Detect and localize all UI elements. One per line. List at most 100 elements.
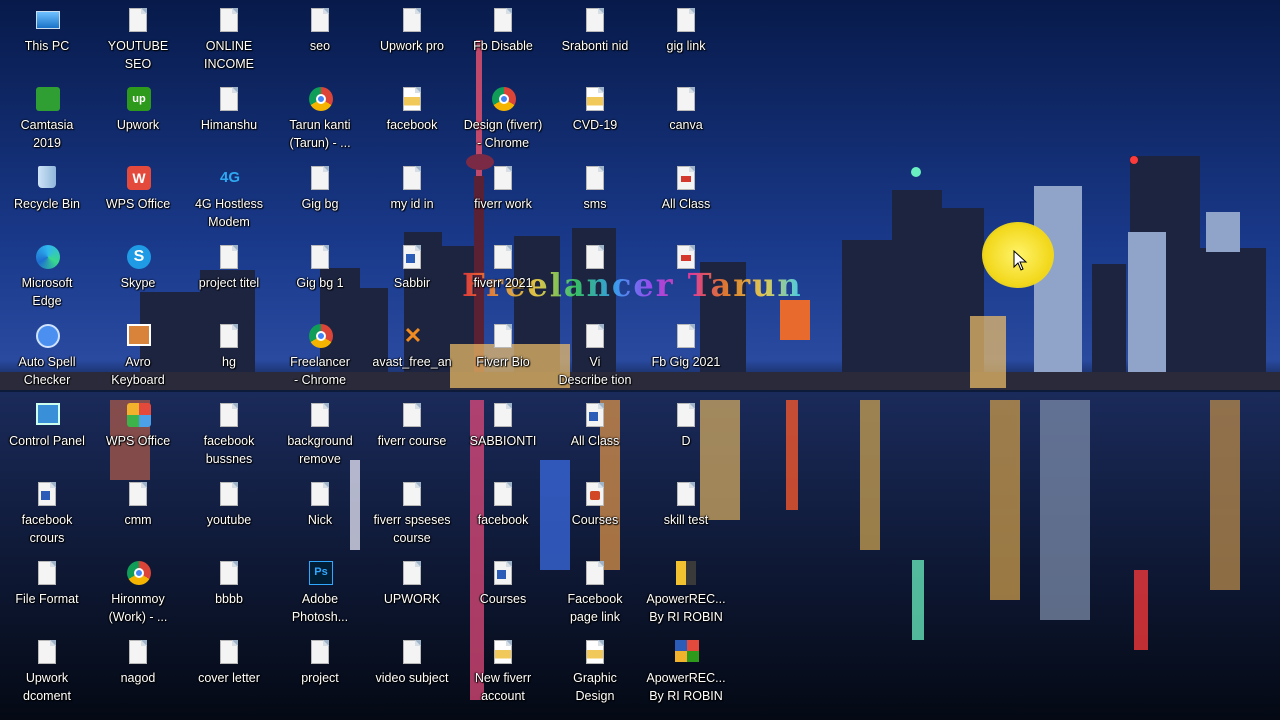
- desktop-icon-microsoft-edge[interactable]: Microsoft Edge: [3, 240, 91, 319]
- desktop-icon-fiverr-work[interactable]: fiverr work: [459, 161, 547, 240]
- desktop-icon-unnamed[interactable]: [551, 240, 639, 319]
- desktop-icon-upwork[interactable]: up Upwork: [94, 82, 182, 161]
- document-icon-shape: [494, 8, 512, 32]
- desktop-icon-freelancer-chrome[interactable]: Freelancer - Chrome: [276, 319, 364, 398]
- desktop-icon-youtube[interactable]: youtube: [185, 477, 273, 556]
- apowerrec-icon-shape: [676, 561, 696, 585]
- desktop-icon-canva[interactable]: canva: [642, 82, 730, 161]
- desktop-icon-all-class[interactable]: All Class: [642, 161, 730, 240]
- desktop-icon-project[interactable]: project: [276, 635, 364, 714]
- desktop-icon-srabonti-nid[interactable]: Srabonti nid: [551, 3, 639, 82]
- document-icon-shape: [403, 482, 421, 506]
- desktop-icon-tarun-kanti-tarun[interactable]: Tarun kanti (Tarun) - ...: [276, 82, 364, 161]
- desktop-icon-fb-gig-2021[interactable]: Fb Gig 2021: [642, 319, 730, 398]
- desktop-icon-wps-office[interactable]: W WPS Office: [94, 161, 182, 240]
- desktop-icon-d[interactable]: D: [642, 398, 730, 477]
- chrome-icon-shape: [127, 561, 151, 585]
- desktop-icon-wps-office[interactable]: WPS Office: [94, 398, 182, 477]
- desktop-icon-project-titel[interactable]: project titel: [185, 240, 273, 319]
- desktop-icon-courses[interactable]: Courses: [459, 556, 547, 635]
- desktop-icon-youtube-seo[interactable]: YOUTUBE SEO: [94, 3, 182, 82]
- desktop-icon-file-format[interactable]: File Format: [3, 556, 91, 635]
- desktop-icon-cmm[interactable]: cmm: [94, 477, 182, 556]
- desktop-icon-gig-bg[interactable]: Gig bg: [276, 161, 364, 240]
- desktop-icon-hg[interactable]: hg: [185, 319, 273, 398]
- desktop-icon-4g-hostless-modem[interactable]: 4G 4G Hostless Modem: [185, 161, 273, 240]
- desktop-icon-hironmoy-work[interactable]: Hironmoy (Work) - ...: [94, 556, 182, 635]
- desktop-icon-online-income[interactable]: ONLINE INCOME: [185, 3, 273, 82]
- desktop-icon-courses[interactable]: Courses: [551, 477, 639, 556]
- desktop-icon-camtasia-2019[interactable]: Camtasia 2019: [3, 82, 91, 161]
- desktop-icon-seo[interactable]: seo: [276, 3, 364, 82]
- desktop-icon-my-id-in[interactable]: my id in: [368, 161, 456, 240]
- desktop-icon-fiverr-spseses-course[interactable]: fiverr spseses course: [368, 477, 456, 556]
- desktop-icon-sms[interactable]: sms: [551, 161, 639, 240]
- desktop-icon-fiverr-bio[interactable]: Fiverr Bio: [459, 319, 547, 398]
- desktop-icon-all-class[interactable]: All Class: [551, 398, 639, 477]
- desktop-icon-label: Fb Disable: [473, 39, 533, 53]
- photoshop-icon: Ps: [309, 561, 333, 587]
- desktop-icon-facebook[interactable]: facebook: [459, 477, 547, 556]
- desktop-icon-auto-spell-checker[interactable]: Auto Spell Checker: [3, 319, 91, 398]
- desktop-icon-skill-test[interactable]: skill test: [642, 477, 730, 556]
- document-icon: [584, 324, 606, 350]
- desktop-icon-facebook[interactable]: facebook: [368, 82, 456, 161]
- desktop-icon-label: Tarun kanti (Tarun) - ...: [289, 118, 351, 150]
- wps-office-icon-shape: W: [127, 166, 151, 190]
- desktop-icon-adobe-photosh[interactable]: Ps Adobe Photosh...: [276, 556, 364, 635]
- desktop-icon-nagod[interactable]: nagod: [94, 635, 182, 714]
- desktop-icon-facebook-crours[interactable]: facebook crours: [3, 477, 91, 556]
- desktop-icon-recycle-bin[interactable]: Recycle Bin: [3, 161, 91, 240]
- document-icon-shape: [220, 87, 238, 111]
- wps-office-icon: W: [127, 166, 151, 192]
- desktop-icon-skype[interactable]: S Skype: [94, 240, 182, 319]
- desktop-icon-design-fiverr-chrome[interactable]: Design (fiverr) - Chrome: [459, 82, 547, 161]
- desktop-icon-upwork-pro[interactable]: Upwork pro: [368, 3, 456, 82]
- desktop-icon-label: Vi Describe tion: [558, 355, 632, 387]
- pdf-icon-shape: [677, 245, 695, 269]
- desktop-icon-label: sms: [583, 197, 607, 211]
- desktop-icon-unnamed[interactable]: [642, 240, 730, 319]
- desktop-icon-label: project titel: [198, 276, 260, 290]
- desktop-icon-apowerrec-by-ri-robin[interactable]: ApowerREC... By RI ROBIN: [642, 556, 730, 635]
- desktop-icon-apowerrec-by-ri-robin[interactable]: ApowerREC... By RI ROBIN: [642, 635, 730, 714]
- desktop-icon-label: fiverr course: [377, 434, 447, 448]
- desktop-icon-avast-free-an[interactable]: ✕ avast_free_an: [368, 319, 456, 398]
- desktop-icon-cvd-19[interactable]: CVD-19: [551, 82, 639, 161]
- desktop-icon-fiverr-course[interactable]: fiverr course: [368, 398, 456, 477]
- document-icon: [492, 482, 514, 508]
- desktop-icon-gig-link[interactable]: gig link: [642, 3, 730, 82]
- document-icon: [309, 403, 331, 429]
- desktop-icon-cover-letter[interactable]: cover letter: [185, 635, 273, 714]
- desktop-icon-this-pc[interactable]: This PC: [3, 3, 91, 82]
- desktop-icon-sabbir[interactable]: Sabbir: [368, 240, 456, 319]
- desktop-icon-video-subject[interactable]: video subject: [368, 635, 456, 714]
- desktop-icon-avro-keyboard[interactable]: Avro Keyboard: [94, 319, 182, 398]
- document-icon-shape: [311, 166, 329, 190]
- desktop-icon-vi-describe-tion[interactable]: Vi Describe tion: [551, 319, 639, 398]
- desktop-icon-nick[interactable]: Nick: [276, 477, 364, 556]
- desktop-icon-facebook-bussnes[interactable]: facebook bussnes: [185, 398, 273, 477]
- desktop-icon-label: Recycle Bin: [14, 197, 80, 211]
- desktop-icon-sabbionti[interactable]: SABBIONTI: [459, 398, 547, 477]
- desktop-icon-upwork-dcoment[interactable]: Upwork dcoment: [3, 635, 91, 714]
- desktop-icon-fb-disable[interactable]: Fb Disable: [459, 3, 547, 82]
- chrome-icon: [309, 87, 333, 113]
- desktop-icon-gig-bg-1[interactable]: Gig bg 1: [276, 240, 364, 319]
- desktop-icon-fiverr-2021[interactable]: fiverr 2021: [459, 240, 547, 319]
- desktop-icon-graphic-design[interactable]: Graphic Design: [551, 635, 639, 714]
- desktop-icon-label: video subject: [375, 671, 449, 685]
- desktop-icon-upwork[interactable]: UPWORK: [368, 556, 456, 635]
- desktop-icon-control-panel[interactable]: Control Panel: [3, 398, 91, 477]
- desktop-icon-label: Gig bg 1: [296, 276, 344, 290]
- document-icon-shape: [220, 640, 238, 664]
- document-icon-shape: [494, 324, 512, 348]
- desktop[interactable]: Freelancer Tarun This PC YOUTUBE SEO ONLIN…: [0, 0, 1280, 720]
- desktop-icon-background-remove[interactable]: background remove: [276, 398, 364, 477]
- desktop-icon-himanshu[interactable]: Himanshu: [185, 82, 273, 161]
- desktop-icon-facebook-page-link[interactable]: Facebook page link: [551, 556, 639, 635]
- desktop-icon-bbbb[interactable]: bbbb: [185, 556, 273, 635]
- chrome-icon: [127, 561, 151, 587]
- desktop-icon-new-fiverr-account[interactable]: New fiverr account: [459, 635, 547, 714]
- document-icon-shape: [677, 324, 695, 348]
